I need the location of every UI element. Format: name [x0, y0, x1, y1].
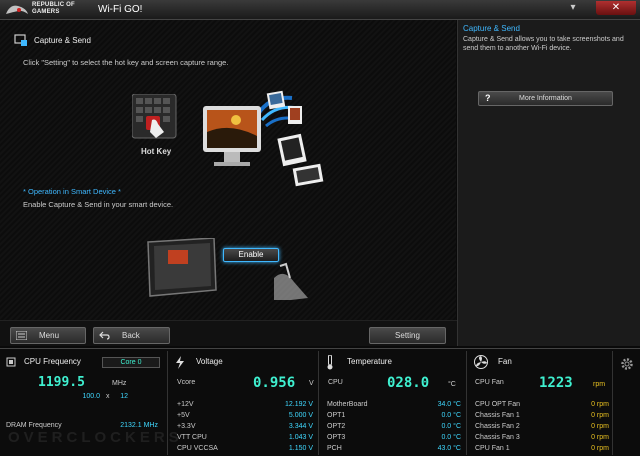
- fan-row-label: CPU OPT Fan: [475, 401, 520, 408]
- cpu-fan-label: CPU Fan: [475, 379, 504, 386]
- cpu-fan-unit: rpm: [593, 381, 606, 388]
- cpu-temp-unit: °C: [448, 381, 456, 388]
- temperature-row-label: OPT1: [327, 412, 346, 419]
- help-sidebar: Capture & Send Capture & Send allows you…: [457, 20, 640, 346]
- temperature-row-value: 0.0 °C: [441, 423, 461, 430]
- cpu-fan-value: 1223: [539, 375, 573, 391]
- cpu-frequency-unit: MHz: [112, 380, 127, 387]
- app-title: Wi-Fi GO!: [98, 4, 143, 15]
- voltage-row-value: 1.043 V: [288, 434, 313, 441]
- fan-row-value: 0 rpm: [591, 434, 609, 441]
- fan-row-label: CPU Fan 1: [475, 445, 510, 452]
- cpu-frequency-panel: CPU Frequency Core 0 1199.5 MHz 100.0 x …: [2, 351, 168, 455]
- voltage-row-label: +5V: [177, 412, 190, 419]
- back-label: Back: [122, 331, 140, 340]
- voltage-row-value: 12.192 V: [284, 401, 313, 408]
- fan-row-label: Chassis Fan 3: [475, 434, 520, 441]
- vcore-label: Vcore: [177, 379, 196, 386]
- cpu-frequency-title: CPU Frequency: [24, 357, 81, 366]
- minimize-button[interactable]: ▾: [562, 1, 584, 15]
- temperature-row-value: 0.0 °C: [441, 434, 461, 441]
- fan-panel: Fan CPU Fan 1223 rpm CPU OPT Fan 0 rpm C…: [469, 351, 613, 455]
- fan-row-label: Chassis Fan 2: [475, 423, 520, 430]
- lightning-icon: [176, 356, 184, 369]
- main-panel: Capture & Send Click "Setting" to select…: [0, 20, 456, 320]
- voltage-row-value: 5.000 V: [288, 412, 313, 419]
- back-button[interactable]: Back: [93, 327, 170, 344]
- brand-line-2: GAMERS: [32, 9, 60, 15]
- dram-frequency-label: DRAM Frequency: [6, 422, 62, 429]
- title-bar: REPUBLIC OF GAMERS Wi-Fi GO! ▾ ✕: [0, 0, 640, 20]
- sidebar-description: Capture & Send allows you to take screen…: [463, 36, 624, 52]
- fan-title: Fan: [498, 357, 512, 366]
- back-arrow-icon: [99, 331, 110, 340]
- hotkey-label: Hot Key: [141, 147, 172, 156]
- voltage-title: Voltage: [196, 357, 223, 366]
- instruction-text: Click "Setting" to select the hot key an…: [23, 58, 229, 67]
- brand-text: REPUBLIC OF GAMERS: [32, 2, 75, 16]
- monitor-devices-illustration: [203, 90, 324, 187]
- more-information-button[interactable]: ? More Information: [478, 91, 613, 106]
- ratio-value: 12: [120, 393, 128, 400]
- vcore-unit: V: [309, 380, 314, 387]
- close-button[interactable]: ✕: [596, 1, 636, 15]
- temperature-row-label: OPT3: [327, 434, 346, 441]
- setting-button[interactable]: Setting: [369, 327, 446, 344]
- capture-send-icon: [14, 34, 27, 46]
- dram-frequency-value: 2132.1 MHz: [120, 422, 158, 429]
- cpu-temp-value: 028.0: [387, 375, 430, 391]
- fan-icon: [474, 355, 488, 369]
- thermometer-icon: [327, 355, 333, 370]
- more-information-label: More Information: [519, 95, 572, 102]
- fan-row-value: 0 rpm: [591, 412, 609, 419]
- voltage-row-value: 1.150 V: [288, 445, 313, 452]
- cpu-frequency-value: 1199.5: [38, 375, 85, 390]
- temperature-row-value: 43.0 °C: [437, 445, 461, 452]
- rog-logo-icon: [6, 5, 28, 14]
- enable-button[interactable]: Enable: [223, 248, 279, 262]
- cpu-chip-icon: [6, 357, 16, 367]
- voltage-panel: Voltage Vcore 0.956 V +12V 12.192 V +5V …: [171, 351, 319, 455]
- hardware-monitor: OVERCLOCKERS CPU Frequency Core 0 1199.5…: [0, 348, 640, 456]
- temperature-panel: Temperature CPU 028.0 °C MotherBoard 34.…: [321, 351, 467, 455]
- vcore-value: 0.956: [253, 375, 296, 391]
- temperature-row-label: PCH: [327, 445, 342, 452]
- operation-description: Enable Capture & Send in your smart devi…: [23, 200, 174, 209]
- cpu-temp-label: CPU: [328, 379, 343, 386]
- menu-list-icon: [16, 331, 27, 340]
- core-select[interactable]: Core 0: [102, 357, 160, 368]
- section-title: Capture & Send: [34, 36, 91, 45]
- keyboard-hand-illustration: [132, 94, 177, 139]
- fan-row-value: 0 rpm: [591, 423, 609, 430]
- temperature-row-label: OPT2: [327, 423, 346, 430]
- temperature-row-value: 0.0 °C: [441, 412, 461, 419]
- voltage-row-label: +3.3V: [177, 423, 196, 430]
- temperature-row-label: MotherBoard: [327, 401, 368, 408]
- voltage-row-label: +12V: [177, 401, 194, 408]
- temperature-title: Temperature: [347, 357, 392, 366]
- sidebar-title: Capture & Send: [463, 24, 520, 33]
- voltage-row-label: CPU VCCSA: [177, 445, 218, 452]
- bclk-value: 100.0: [82, 393, 100, 400]
- temperature-row-value: 34.0 °C: [437, 401, 461, 408]
- fan-row-value: 0 rpm: [591, 401, 609, 408]
- ratio-x: x: [106, 393, 110, 400]
- voltage-row-label: VTT CPU: [177, 434, 207, 441]
- operation-title: * Operation in Smart Device *: [23, 187, 121, 196]
- fan-row-label: Chassis Fan 1: [475, 412, 520, 419]
- brand-line-1: REPUBLIC OF: [32, 2, 75, 8]
- menu-button[interactable]: Menu: [10, 327, 86, 344]
- voltage-row-value: 3.344 V: [288, 423, 313, 430]
- menu-label: Menu: [39, 331, 60, 340]
- fan-row-value: 0 rpm: [591, 445, 609, 452]
- button-bar: Menu Back Setting: [0, 320, 457, 346]
- settings-gear-icon[interactable]: [620, 357, 634, 371]
